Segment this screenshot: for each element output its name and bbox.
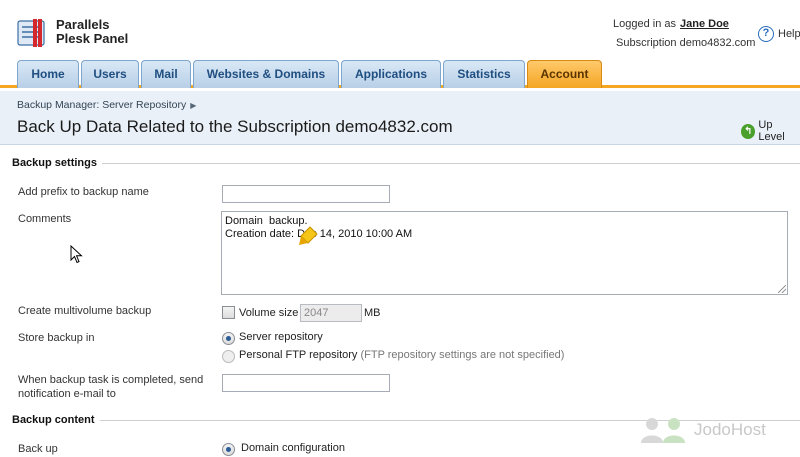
help-icon: ? bbox=[758, 26, 774, 42]
watermark: JodoHost bbox=[640, 416, 766, 444]
help-link[interactable]: ? Help bbox=[758, 26, 800, 42]
up-level-label: Up Level bbox=[758, 119, 785, 143]
notify-label: When backup task is completed, send noti… bbox=[18, 373, 203, 401]
up-level-button[interactable]: ↰ Up Level bbox=[741, 119, 800, 143]
product-name-line2: Plesk Panel bbox=[56, 31, 129, 46]
volume-size-label: Volume size bbox=[239, 307, 299, 319]
ftp-repository-option: Personal FTP repository (FTP repository … bbox=[239, 349, 564, 361]
mouse-cursor-icon bbox=[70, 245, 83, 264]
section-divider bbox=[102, 163, 800, 164]
breadcrumb-arrow-icon: ▶ bbox=[190, 101, 197, 110]
tab-account[interactable]: Account bbox=[527, 60, 602, 88]
multivolume-label: Create multivolume backup bbox=[18, 305, 152, 317]
product-name-line1: Parallels bbox=[56, 17, 110, 32]
plesk-logo-icon bbox=[17, 19, 45, 47]
edit-pencil-icon bbox=[299, 226, 318, 245]
backup-scope-label: Back up bbox=[18, 443, 58, 455]
product-name: Parallels Plesk Panel bbox=[56, 18, 128, 46]
server-repository-label: Server repository bbox=[239, 331, 323, 343]
resize-grip-icon[interactable] bbox=[778, 285, 786, 293]
header: Parallels Plesk Panel Logged in as Jane D… bbox=[0, 0, 800, 58]
logged-in-prefix: Logged in as bbox=[613, 18, 676, 30]
tab-statistics[interactable]: Statistics bbox=[443, 60, 525, 88]
notify-label-line-1: When backup task is completed, send bbox=[18, 374, 204, 386]
ftp-note: (FTP repository settings are not specifi… bbox=[360, 349, 565, 361]
multivolume-checkbox[interactable] bbox=[222, 306, 235, 319]
breadcrumb-link[interactable]: Backup Manager: Server Repository bbox=[17, 99, 186, 111]
section-title-backup-content: Backup content bbox=[12, 414, 95, 426]
notify-label-line-2: notification e-mail to bbox=[18, 388, 116, 400]
up-arrow-icon: ↰ bbox=[741, 123, 756, 139]
help-label: Help bbox=[778, 28, 800, 40]
comments-label: Comments bbox=[18, 213, 72, 225]
subscription-info: Subscription demo4832.com bbox=[616, 37, 756, 49]
radio-ftp-repository[interactable] bbox=[222, 350, 235, 363]
page-header: Backup Manager: Server Repository ▶ Back … bbox=[0, 91, 800, 145]
volume-size-input[interactable]: 2047 bbox=[300, 304, 362, 322]
user-name-link[interactable]: Jane Doe bbox=[680, 18, 729, 30]
tab-applications[interactable]: Applications bbox=[341, 60, 441, 88]
section-title-backup-settings: Backup settings bbox=[12, 157, 97, 169]
domain-configuration-label: Domain configuration bbox=[241, 442, 345, 454]
tab-mail[interactable]: Mail bbox=[141, 60, 191, 88]
people-icon bbox=[641, 418, 685, 443]
logged-in-info: Logged in as Jane Doe bbox=[613, 18, 729, 30]
watermark-text: JodoHost bbox=[694, 420, 766, 439]
radio-domain-configuration[interactable] bbox=[222, 443, 235, 456]
ftp-repository-label: Personal FTP repository bbox=[239, 349, 358, 361]
volume-unit: MB bbox=[364, 307, 381, 319]
store-label: Store backup in bbox=[18, 332, 95, 344]
tab-websites-domains[interactable]: Websites & Domains bbox=[193, 60, 339, 88]
notify-email-input[interactable] bbox=[222, 374, 390, 392]
main-tab-bar: Home Users Mail Websites & Domains Appli… bbox=[0, 58, 800, 88]
page-title: Back Up Data Related to the Subscription… bbox=[17, 117, 453, 136]
radio-server-repository[interactable] bbox=[222, 332, 235, 345]
tab-home[interactable]: Home bbox=[17, 60, 79, 88]
prefix-input[interactable] bbox=[222, 185, 390, 203]
prefix-label: Add prefix to backup name bbox=[18, 186, 149, 198]
tab-users[interactable]: Users bbox=[81, 60, 139, 88]
breadcrumb: Backup Manager: Server Repository ▶ bbox=[17, 99, 196, 111]
